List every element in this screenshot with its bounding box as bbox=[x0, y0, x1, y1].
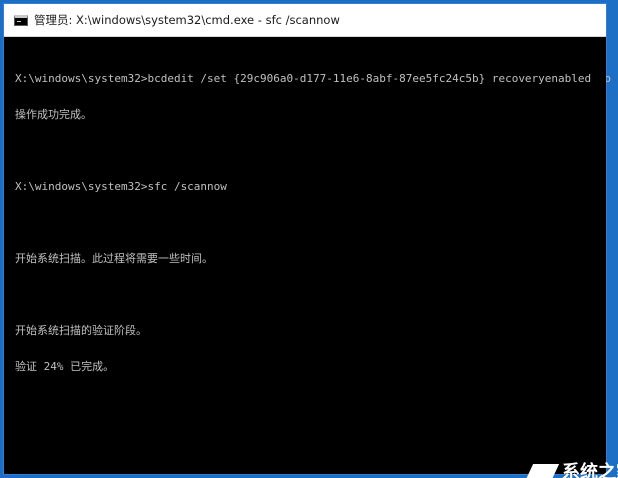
console-line: X:\windows\system32>sfc /scannow bbox=[15, 180, 227, 193]
console-line: X:\windows\system32>bcdedit /set {29c906… bbox=[15, 72, 612, 85]
cmd-window: 管理员: X:\windows\system32\cmd.exe - sfc /… bbox=[3, 3, 612, 475]
console-line: 验证 24% 已完成。 bbox=[15, 360, 115, 373]
console-line: 开始系统扫描。此过程将需要一些时间。 bbox=[15, 252, 213, 265]
console-line: 操作成功完成。 bbox=[15, 108, 92, 121]
watermark-logo: 系统之家 bbox=[488, 456, 618, 478]
window-title: 管理员: X:\windows\system32\cmd.exe - sfc /… bbox=[34, 13, 340, 27]
watermark-text: 系统之家 bbox=[562, 462, 618, 478]
console-output[interactable]: X:\windows\system32>bcdedit /set {29c906… bbox=[4, 37, 612, 397]
watermark-shape-icon bbox=[522, 464, 560, 478]
title-bar[interactable]: 管理员: X:\windows\system32\cmd.exe - sfc /… bbox=[4, 4, 606, 37]
console-app-icon[interactable] bbox=[14, 14, 28, 26]
vertical-scrollbar[interactable] bbox=[592, 37, 606, 474]
console-line: 开始系统扫描的验证阶段。 bbox=[15, 324, 147, 337]
